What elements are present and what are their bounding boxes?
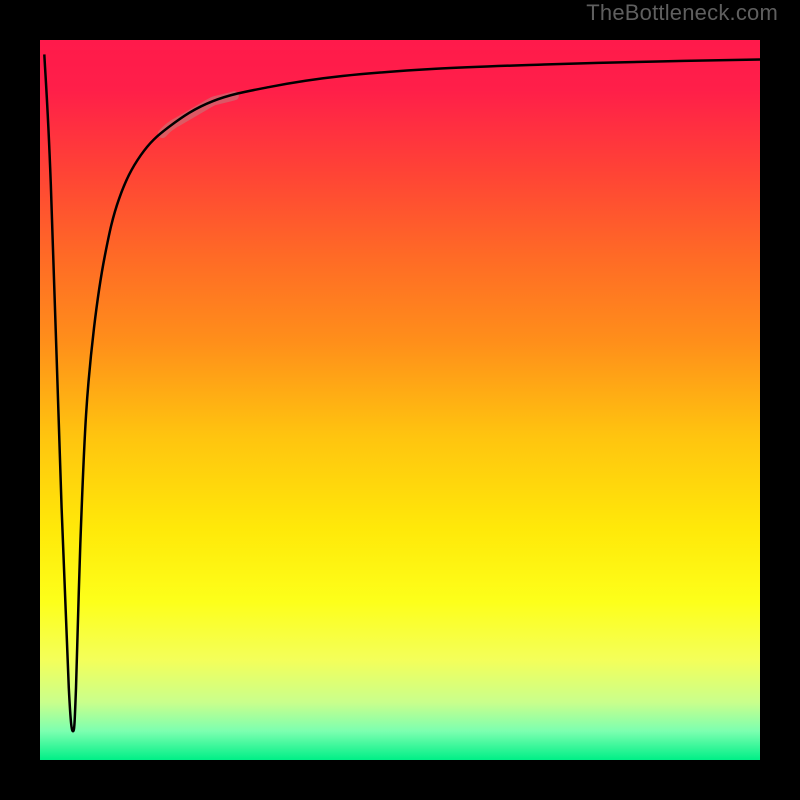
highlight-segment — [162, 96, 234, 134]
curve-layer — [40, 40, 760, 760]
bottleneck-curve — [44, 54, 760, 731]
plot-frame — [20, 20, 780, 780]
chart-stage: TheBottleneck.com — [0, 0, 800, 800]
plot-area — [40, 40, 760, 760]
